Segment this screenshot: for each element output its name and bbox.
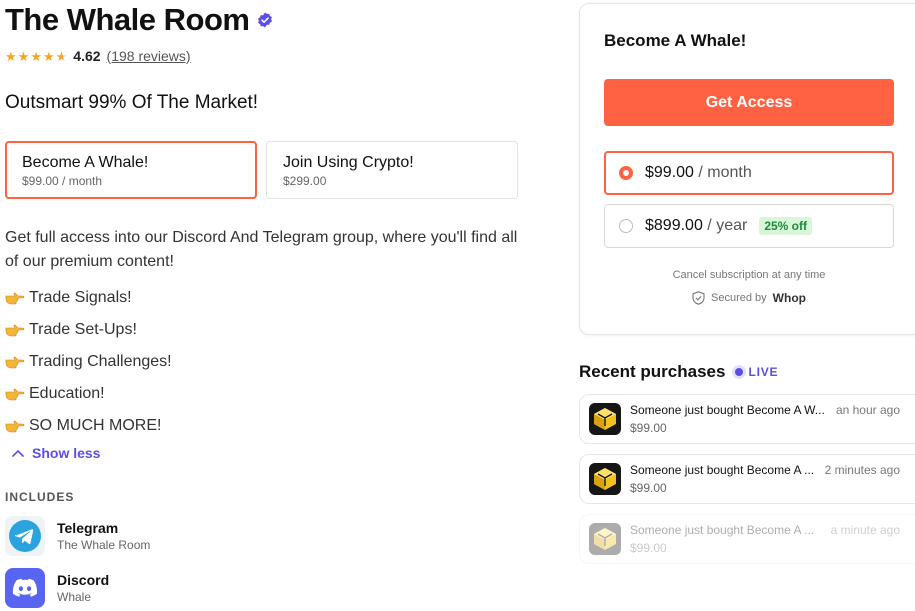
purchase-amount: $99.00	[630, 481, 667, 495]
recent-purchases-heading: Recent purchases LIVE	[579, 362, 778, 382]
pointing-hand-icon	[5, 420, 25, 433]
shield-check-icon	[692, 291, 705, 305]
purchase-text: Someone just bought Become A ... 2 minut…	[630, 463, 900, 495]
purchase-message: Someone just bought Become A W...	[630, 403, 825, 417]
includes-heading: INCLUDES	[5, 490, 75, 504]
get-access-button[interactable]: Get Access	[604, 79, 894, 126]
star-rating: ★ ★ ★ ★ ★	[5, 50, 67, 63]
feature-item: Education!	[5, 378, 172, 410]
purchase-text: Someone just bought Become A W... an hou…	[630, 403, 900, 435]
rating-row: ★ ★ ★ ★ ★ 4.62 (198 reviews)	[5, 48, 191, 64]
option-price: $899.00	[645, 217, 703, 234]
option-period: / year	[707, 217, 748, 234]
pointing-hand-icon	[5, 324, 25, 337]
plan-card-join-using-crypto[interactable]: Join Using Crypto! $299.00	[266, 141, 518, 199]
include-name: Discord	[57, 572, 110, 588]
feature-text: Education!	[29, 385, 105, 402]
page-title: The Whale Room	[5, 2, 273, 38]
product-logo-icon	[589, 403, 621, 435]
pricing-option-monthly[interactable]: $99.00 / month	[604, 151, 894, 195]
purchase-time: an hour ago	[835, 403, 900, 417]
show-less-button[interactable]: Show less	[12, 445, 100, 461]
option-price: $99.00	[645, 164, 694, 181]
plan-price: $299.00	[283, 174, 327, 188]
feature-item: Trading Challenges!	[5, 346, 172, 378]
reviews-link[interactable]: (198 reviews)	[107, 48, 191, 64]
purchase-item: Someone just bought Become A ... a minut…	[579, 514, 915, 564]
purchase-amount: $99.00	[630, 541, 667, 555]
include-text: Discord Whale	[57, 572, 109, 604]
pointing-hand-icon	[5, 388, 25, 401]
purchase-text: Someone just bought Become A ... a minut…	[630, 523, 900, 555]
purchase-message: Someone just bought Become A ...	[630, 463, 815, 477]
star-icon: ★	[30, 48, 42, 64]
checkout-panel: Become A Whale! Get Access $99.00 / mont…	[579, 3, 915, 335]
feature-item: Trade Set-Ups!	[5, 314, 172, 346]
star-icon: ★	[42, 48, 55, 64]
secured-by: Secured by Whop	[580, 291, 915, 305]
star-icon: ★	[5, 48, 17, 64]
chevron-up-icon	[12, 449, 24, 457]
telegram-icon	[5, 516, 45, 556]
star-icon: ★	[17, 48, 30, 64]
feature-text: Trade Signals!	[29, 289, 132, 306]
live-dot-icon	[735, 368, 744, 376]
feature-list: Trade Signals! Trade Set-Ups! Trading Ch…	[5, 282, 172, 442]
feature-text: Trade Set-Ups!	[29, 321, 137, 338]
plan-title: Become A Whale!	[22, 154, 149, 171]
cancel-note: Cancel subscription at any time	[672, 269, 826, 281]
purchase-message: Someone just bought Become A ...	[630, 523, 815, 537]
include-sub: The Whale Room	[57, 538, 151, 552]
verified-badge-icon	[258, 12, 273, 28]
show-less-label: Show less	[32, 445, 101, 461]
product-logo-icon	[589, 463, 621, 495]
purchase-time: 2 minutes ago	[824, 463, 900, 477]
feature-text: Trading Challenges!	[29, 353, 172, 370]
checkout-title: Become A Whale!	[604, 31, 747, 50]
product-title: The Whale Room	[5, 2, 250, 37]
include-item-telegram[interactable]: Telegram The Whale Room	[5, 516, 150, 556]
tagline: Outsmart 99% Of The Market!	[5, 92, 259, 113]
pointing-hand-icon	[5, 356, 25, 369]
include-name: Telegram	[57, 520, 119, 536]
purchase-amount: $99.00	[630, 421, 667, 435]
live-indicator: LIVE	[735, 365, 778, 379]
purchase-time: a minute ago	[830, 523, 900, 537]
feature-item: SO MUCH MORE!	[5, 410, 172, 442]
discord-icon	[5, 568, 45, 608]
discount-badge: 25% off	[759, 217, 812, 235]
purchase-item: Someone just bought Become A ... 2 minut…	[579, 454, 915, 504]
pricing-option-yearly[interactable]: $899.00 / year 25% off	[604, 204, 894, 248]
include-text: Telegram The Whale Room	[57, 520, 150, 552]
star-half-icon: ★	[55, 48, 68, 64]
rating-value: 4.62	[73, 48, 101, 64]
plan-card-become-a-whale[interactable]: Become A Whale! $99.00 / month	[5, 141, 257, 199]
include-item-discord[interactable]: Discord Whale	[5, 568, 109, 608]
purchase-item: Someone just bought Become A W... an hou…	[579, 394, 915, 444]
live-label: LIVE	[748, 365, 779, 379]
plan-price: $99.00 / month	[22, 174, 103, 188]
product-description: Get full access into our Discord And Tel…	[5, 229, 518, 270]
feature-text: SO MUCH MORE!	[29, 417, 162, 434]
pointing-hand-icon	[5, 292, 25, 305]
radio-selected-icon[interactable]	[619, 166, 633, 180]
plan-title: Join Using Crypto!	[283, 154, 414, 171]
secured-label: Secured by	[711, 292, 767, 304]
radio-unselected-icon[interactable]	[619, 219, 633, 233]
feature-item: Trade Signals!	[5, 282, 172, 314]
include-sub: Whale	[57, 590, 92, 604]
recent-title: Recent purchases	[579, 362, 726, 381]
whop-brand[interactable]: Whop	[773, 291, 806, 305]
product-logo-icon	[589, 523, 621, 555]
option-period: / month	[698, 164, 752, 181]
